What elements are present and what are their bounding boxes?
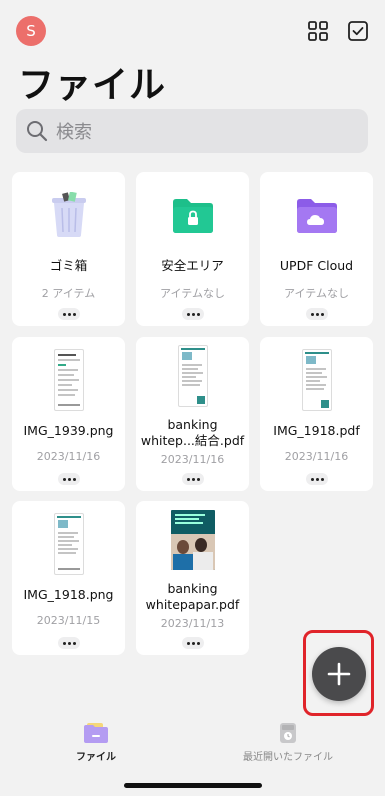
screenshot-thumbnail [53, 349, 84, 411]
top-bar: S [16, 16, 369, 48]
page-title: ファイル [18, 65, 167, 106]
more-icon[interactable] [182, 473, 204, 485]
item-meta: 2023/11/16 [36, 450, 101, 463]
item-updf-cloud[interactable]: UPDF Cloud アイテムなし [260, 172, 373, 326]
item-secure-area[interactable]: 安全エリア アイテムなし [136, 172, 249, 326]
folder-tab-icon [83, 722, 109, 744]
more-icon[interactable] [58, 308, 80, 320]
item-name: IMG_1939.png [23, 423, 114, 438]
tab-label: ファイル [76, 752, 116, 763]
cloud-folder-icon [296, 199, 337, 233]
item-name: ゴミ箱 [49, 258, 88, 273]
checkbox-icon[interactable] [347, 20, 369, 42]
pdf-thumbnail [301, 349, 332, 411]
grid-icon[interactable] [307, 20, 329, 42]
item-meta: アイテムなし [284, 287, 349, 300]
item-meta: 2 アイテム [41, 287, 96, 300]
tab-bar: ファイル 最近開いたファイル [0, 716, 385, 776]
pdf-cover-thumbnail [170, 510, 215, 570]
item-meta: 2023/11/13 [160, 617, 225, 630]
secure-folder-icon [172, 199, 213, 233]
pdf-thumbnail [177, 345, 208, 407]
item-meta: 2023/11/15 [36, 614, 101, 627]
item-name: banking whitepapar.pdf [145, 581, 240, 612]
more-icon[interactable] [58, 637, 80, 649]
more-icon[interactable] [182, 308, 204, 320]
item-name: IMG_1918.pdf [273, 423, 360, 438]
more-icon[interactable] [306, 473, 328, 485]
item-name: banking whitep...結合.pdf [140, 417, 245, 448]
item-img-1939[interactable]: IMG_1939.png 2023/11/16 [12, 337, 125, 491]
item-img-1918-png[interactable]: IMG_1918.png 2023/11/15 [12, 501, 125, 655]
item-img-1918-pdf[interactable]: IMG_1918.pdf 2023/11/16 [260, 337, 373, 491]
tab-recent-files[interactable]: 最近開いたファイル [228, 722, 348, 763]
search-icon [27, 121, 48, 142]
add-button[interactable] [312, 647, 366, 701]
item-banking-whitepapar[interactable]: banking whitepapar.pdf 2023/11/13 [136, 501, 249, 655]
item-banking-merged[interactable]: banking whitep...結合.pdf 2023/11/16 [136, 337, 249, 491]
search-input[interactable]: 検索 [16, 109, 368, 153]
more-icon[interactable] [58, 473, 80, 485]
item-name: 安全エリア [161, 258, 224, 273]
plus-icon [327, 662, 351, 686]
screenshot-thumbnail [53, 513, 84, 575]
trash-icon [51, 192, 86, 237]
tab-label: 最近開いたファイル [243, 752, 333, 763]
item-meta: 2023/11/16 [284, 450, 349, 463]
tab-files[interactable]: ファイル [56, 722, 136, 763]
item-name: UPDF Cloud [279, 258, 354, 273]
recent-files-icon [275, 722, 301, 744]
item-meta: アイテムなし [160, 287, 225, 300]
item-trash[interactable]: ゴミ箱 2 アイテム [12, 172, 125, 326]
item-name: IMG_1918.png [23, 587, 114, 602]
avatar[interactable]: S [16, 16, 46, 46]
home-indicator [124, 783, 262, 788]
more-icon[interactable] [182, 637, 204, 649]
more-icon[interactable] [306, 308, 328, 320]
item-meta: 2023/11/16 [160, 453, 225, 466]
search-placeholder: 検索 [56, 122, 92, 143]
